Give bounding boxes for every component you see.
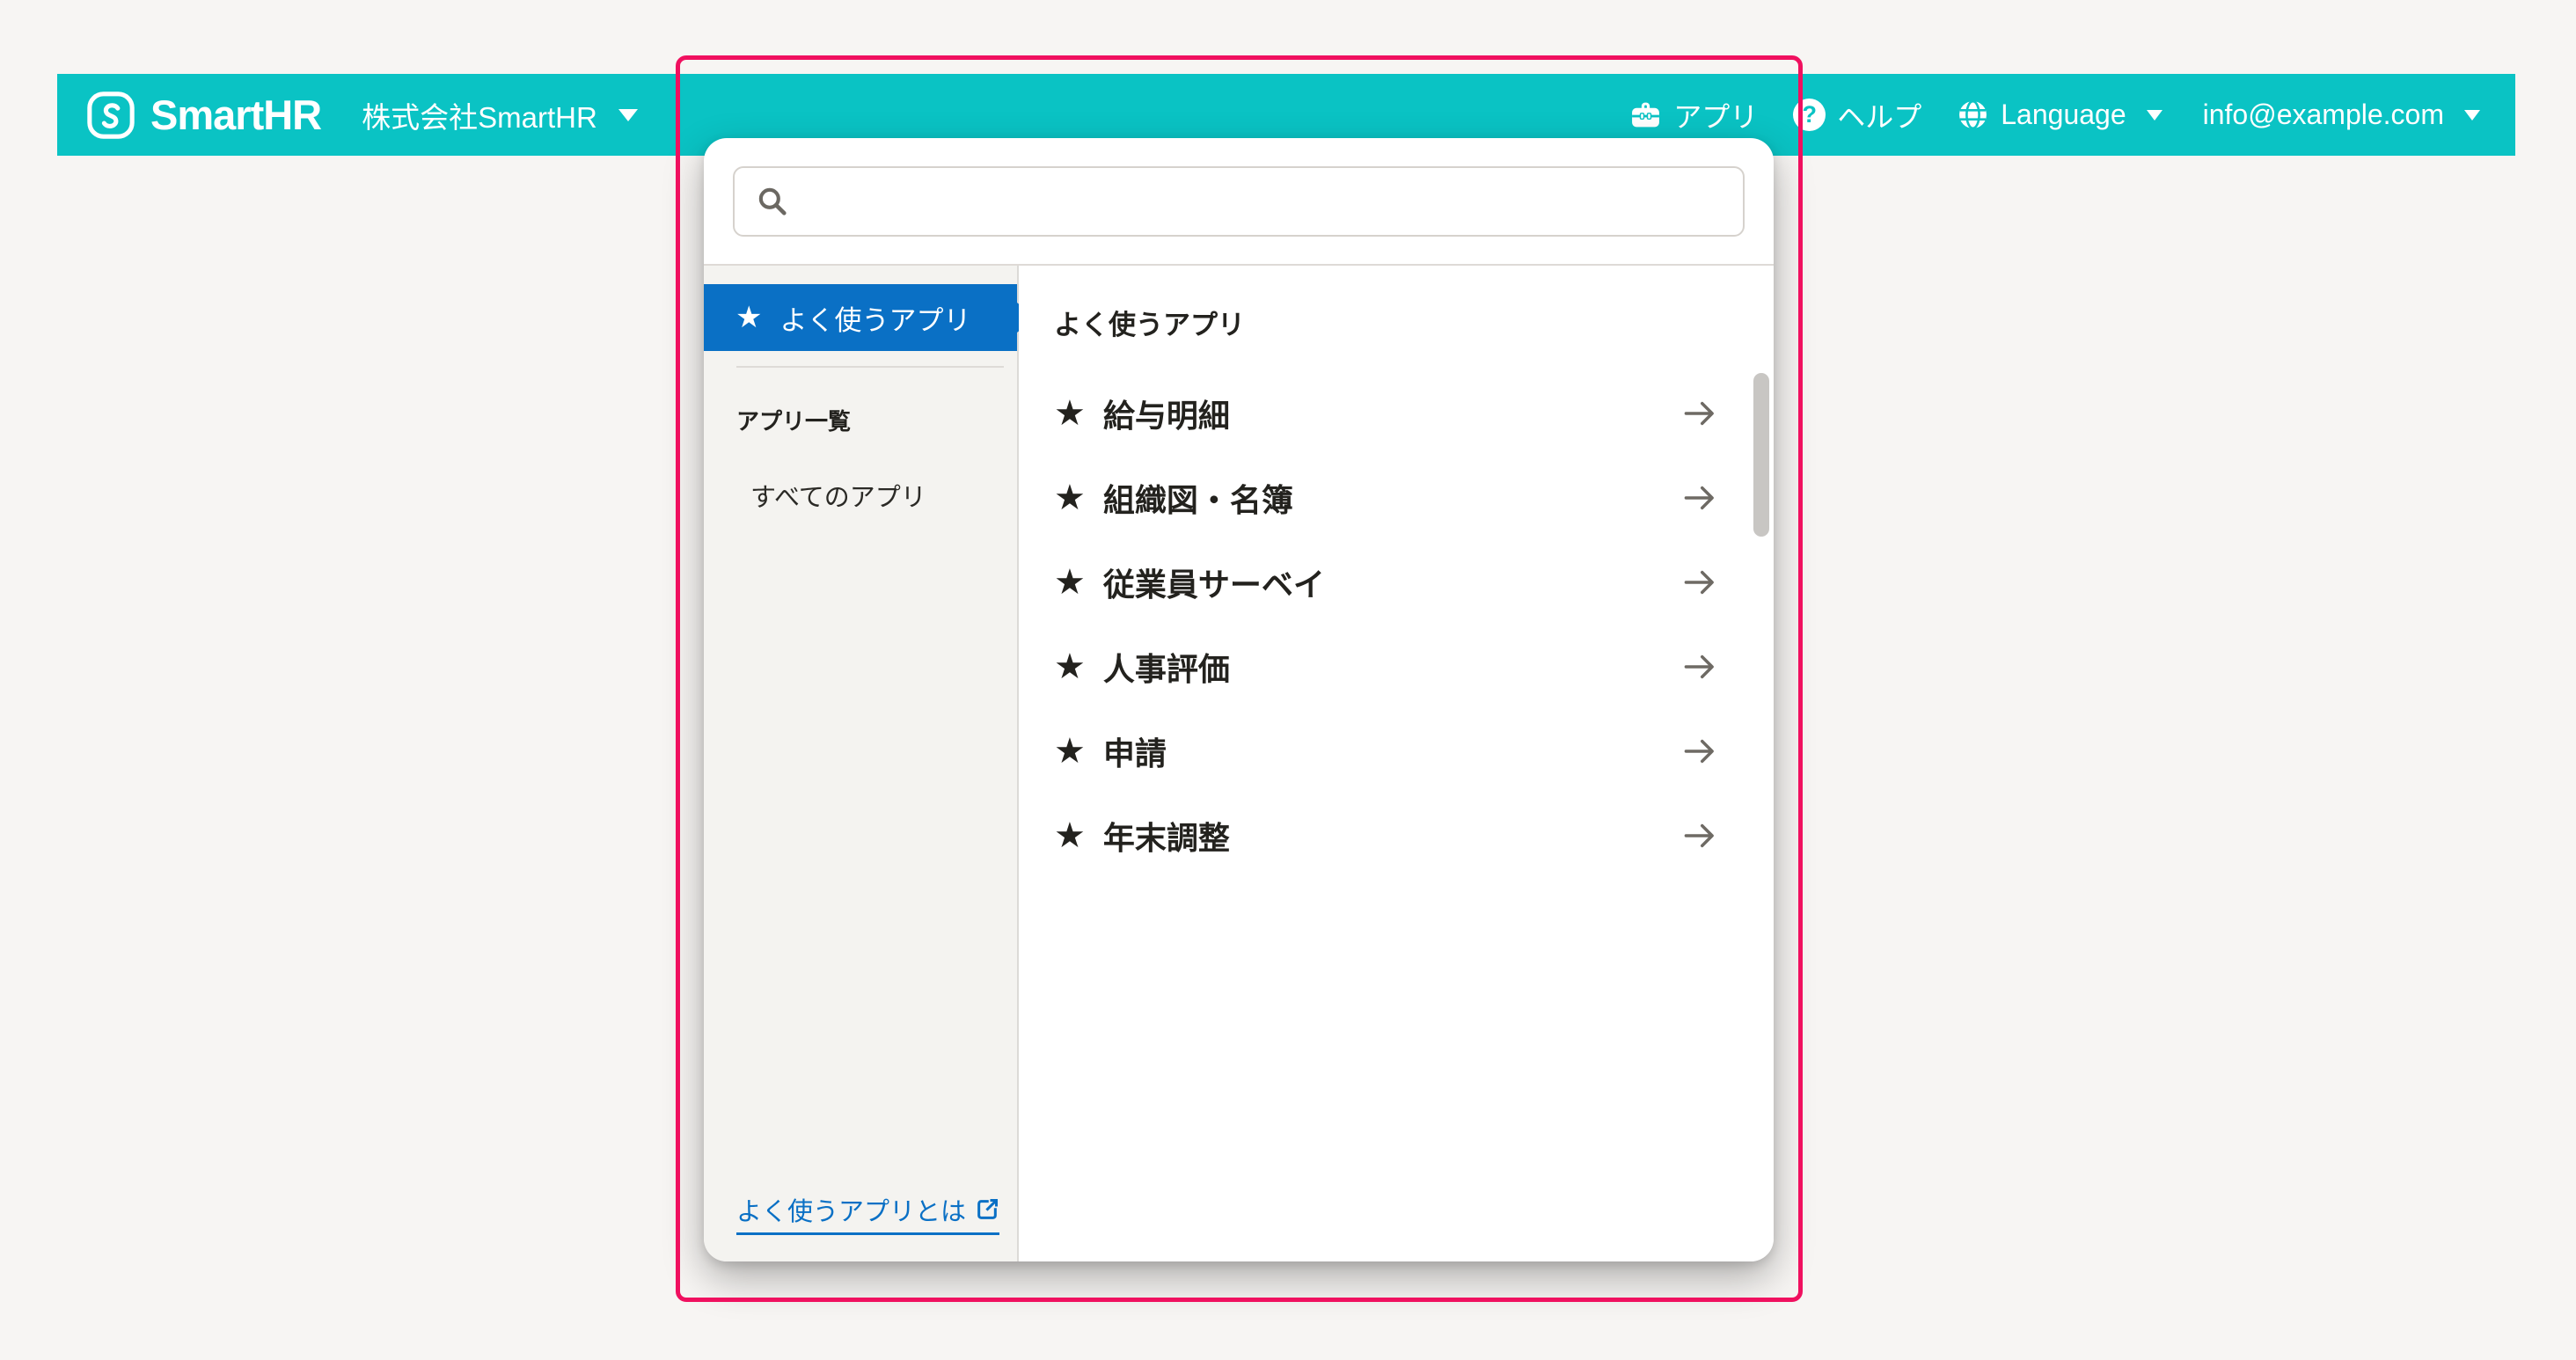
external-link-icon [975, 1197, 999, 1222]
company-name: 株式会社SmartHR [362, 94, 597, 136]
arrow-right-icon [1680, 394, 1719, 433]
star-icon: ★ [1054, 565, 1086, 600]
favorite-apps-help-label: よく使うアプリとは [736, 1191, 966, 1228]
app-link-employee-survey[interactable]: ★ 従業員サーベイ [1054, 555, 1774, 610]
company-switcher[interactable]: 株式会社SmartHR [362, 94, 638, 136]
chevron-down-icon [2464, 110, 2480, 121]
nav-apps-button[interactable]: アプリ [1629, 95, 1758, 135]
arrow-right-icon [1680, 647, 1719, 686]
search-icon [756, 185, 789, 218]
content-heading: よく使うアプリ [1054, 303, 1774, 342]
page: SmartHR 株式会社SmartHR アプリ ? ヘルプ [0, 0, 2576, 1360]
app-link-requests[interactable]: ★ 申請 [1054, 724, 1774, 779]
favorite-apps-help-link[interactable]: よく使うアプリとは [736, 1191, 999, 1235]
tab-favorite-apps[interactable]: ★ よく使うアプリ [704, 284, 1017, 351]
tab-favorite-apps-label: よく使うアプリ [779, 298, 970, 338]
chevron-down-icon [618, 109, 638, 121]
launcher-content: よく使うアプリ ★ 給与明細 ★ 組織図・名簿 ★ 従業員サーベイ [1019, 266, 1774, 1261]
brand: SmartHR [85, 90, 321, 141]
brand-name: SmartHR [150, 91, 321, 139]
nav-language-dropdown[interactable]: Language [1957, 99, 2162, 131]
arrow-right-icon [1680, 479, 1719, 517]
search-input[interactable] [733, 166, 1745, 237]
sidebar-item-all-apps[interactable]: すべてのアプリ [750, 477, 1017, 514]
smarthr-logo-icon [85, 90, 136, 141]
arrow-right-icon [1680, 816, 1719, 855]
app-link-hr-evaluation[interactable]: ★ 人事評価 [1054, 640, 1774, 694]
arrow-right-icon [1680, 563, 1719, 602]
account-dropdown[interactable]: info@example.com [2203, 99, 2480, 131]
sidebar-spacer [704, 514, 1017, 1191]
star-icon: ★ [735, 303, 762, 333]
account-email: info@example.com [2203, 99, 2444, 131]
about-link-row: よく使うアプリとは [736, 1191, 1017, 1235]
app-link-payslip[interactable]: ★ 給与明細 [1054, 386, 1774, 441]
nav-help-link[interactable]: ? ヘルプ [1793, 95, 1921, 135]
sidebar-section-label: アプリ一覧 [736, 404, 1017, 436]
star-icon: ★ [1054, 649, 1086, 684]
nav-language-label: Language [2001, 99, 2126, 131]
scrollbar-thumb[interactable] [1753, 373, 1769, 537]
arrow-right-icon [1680, 732, 1719, 771]
app-launcher-panel: ★ よく使うアプリ アプリ一覧 すべてのアプリ よく使うアプリとは [704, 138, 1774, 1261]
star-icon: ★ [1054, 480, 1086, 515]
sidebar-divider [736, 366, 1004, 368]
star-icon: ★ [1054, 734, 1086, 769]
header-nav: アプリ ? ヘルプ Language info@example.com [1629, 95, 2480, 135]
globe-icon [1957, 99, 1989, 131]
help-icon: ? [1793, 99, 1826, 131]
favorite-apps-list: ★ 給与明細 ★ 組織図・名簿 ★ 従業員サーベイ [1054, 386, 1774, 863]
nav-apps-label: アプリ [1673, 95, 1758, 135]
star-icon: ★ [1054, 396, 1086, 431]
app-link-org-chart[interactable]: ★ 組織図・名簿 [1054, 471, 1774, 525]
chevron-down-icon [2147, 110, 2163, 121]
launcher-sidebar: ★ よく使うアプリ アプリ一覧 すべてのアプリ よく使うアプリとは [704, 266, 1019, 1261]
star-icon: ★ [1054, 818, 1086, 853]
app-link-year-end-adjustment[interactable]: ★ 年末調整 [1054, 808, 1774, 863]
launcher-search-area [704, 138, 1774, 266]
briefcase-icon [1629, 99, 1662, 131]
nav-help-label: ヘルプ [1837, 95, 1921, 135]
